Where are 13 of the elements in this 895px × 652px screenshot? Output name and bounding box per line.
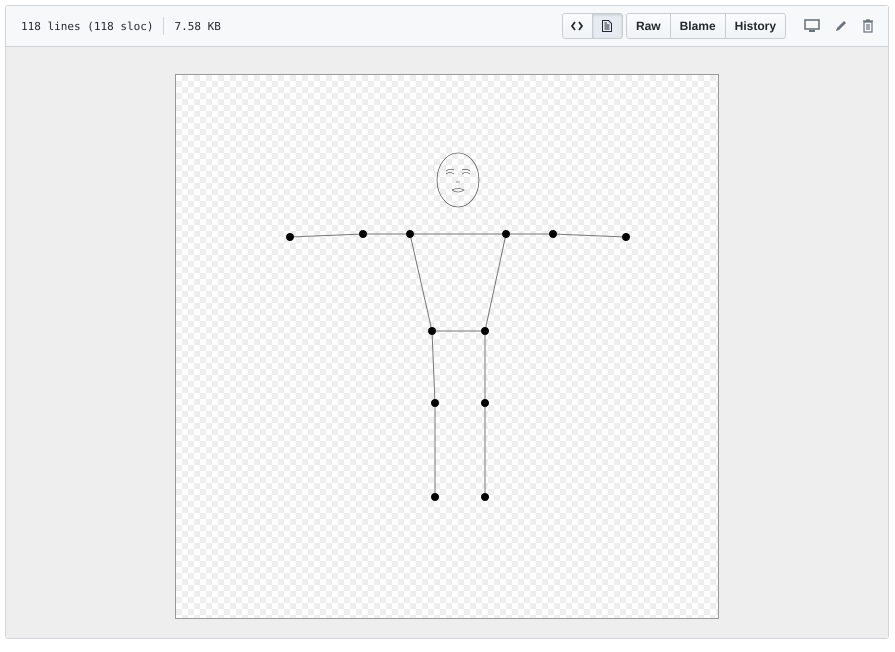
- trash-icon[interactable]: [862, 19, 874, 33]
- file-size: 7.58 KB: [174, 20, 221, 32]
- file-action-button[interactable]: Blame: [670, 13, 726, 39]
- file-action-button[interactable]: History: [724, 13, 786, 39]
- edit-pencil-icon[interactable]: [834, 19, 848, 33]
- rendered-view-button[interactable]: [592, 13, 623, 39]
- file-action-button[interactable]: Raw: [626, 13, 671, 39]
- face-sketch-drawing: [436, 152, 480, 208]
- file-icon: [602, 20, 612, 32]
- code-icon: [571, 21, 584, 31]
- source-view-button[interactable]: [562, 13, 593, 39]
- file-line-count: 118 lines (118 sloc): [21, 20, 154, 32]
- desktop-icon[interactable]: [804, 19, 820, 33]
